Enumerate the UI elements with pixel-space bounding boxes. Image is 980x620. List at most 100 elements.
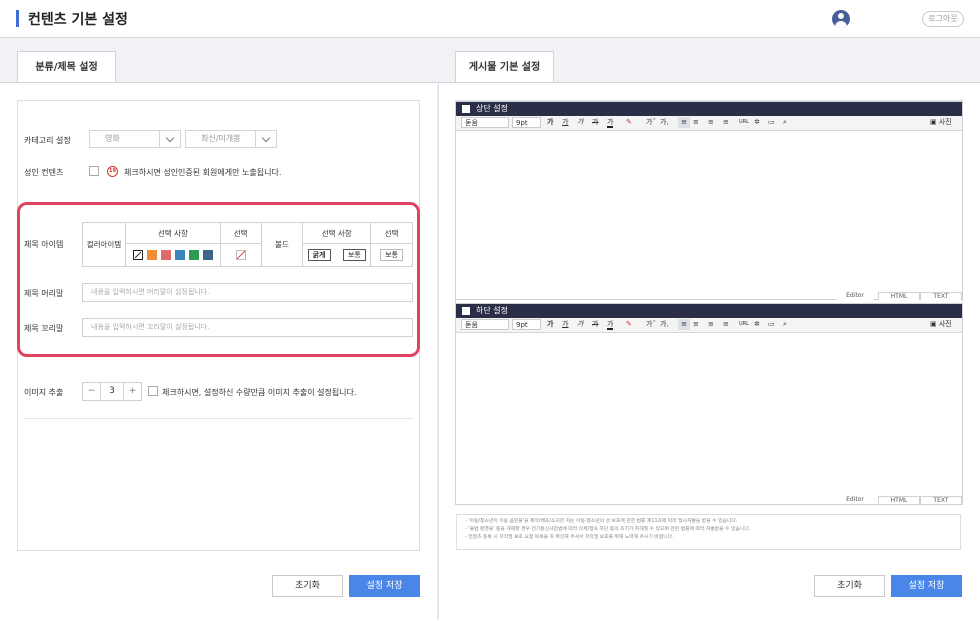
highlight-icon[interactable]: ✎ [626, 319, 632, 330]
divider [24, 418, 413, 419]
suffix-input[interactable]: 내용을 입력하시면 꼬리말이 설정됩니다. [82, 318, 413, 337]
search-icon[interactable]: ⌕ [783, 319, 787, 330]
align-justify-icon[interactable]: ≡ [723, 319, 729, 330]
link-icon[interactable]: URL [739, 319, 749, 330]
normal-button[interactable]: 보통 [342, 249, 366, 261]
column-header: 선택 사항 [302, 222, 372, 244]
normal-selected-button[interactable]: 보통 [380, 249, 404, 261]
editor-mode-tabs: Editor HTML TEXT [456, 292, 962, 301]
mode-text-tab[interactable]: TEXT [920, 292, 962, 300]
title-item-label: 제목 아이템 [24, 240, 64, 249]
chevron-down-icon[interactable] [159, 130, 181, 148]
bottom-editor-content[interactable] [456, 333, 962, 491]
font-select[interactable]: 돋움 [461, 117, 509, 128]
align-left-icon[interactable]: ≡ [678, 319, 690, 330]
bold-button[interactable]: 굵게 [307, 249, 331, 261]
column-header: 선택 [219, 222, 262, 244]
photo-button[interactable]: ▣ 사진 [930, 117, 952, 128]
top-bar: 컨텐츠 기본 설정 로그아웃 [0, 0, 980, 38]
minus-button[interactable]: − [83, 383, 101, 400]
checkbox-icon[interactable] [462, 105, 470, 113]
tab-post-settings[interactable]: 게시물 기본 설정 [455, 51, 554, 83]
reset-button[interactable]: 초기화 [272, 575, 343, 597]
adult-checkbox[interactable] [89, 166, 99, 176]
mode-editor-tab[interactable]: Editor [836, 292, 874, 300]
prefix-input[interactable]: 내용을 입력하시면 머리말이 설정됩니다. [82, 283, 413, 302]
bold-icon[interactable]: 가 [547, 319, 553, 330]
bold-icon[interactable]: 가 [547, 117, 553, 128]
bold-options: 굵게 보통 [302, 243, 372, 267]
table-icon[interactable]: ▭ [768, 319, 775, 330]
prefix-label: 제목 머리말 [24, 289, 64, 298]
top-editor-title: 상단 설정 [476, 104, 508, 113]
save-button[interactable]: 설정 저장 [349, 575, 420, 597]
color-item-label: 컬러아이템 [82, 222, 126, 267]
color-swatch-green[interactable] [188, 250, 199, 260]
color-swatch-orange[interactable] [146, 250, 157, 260]
color-swatch-red[interactable] [160, 250, 171, 260]
special-char-icon[interactable]: ✲ [754, 319, 760, 330]
image-count-value[interactable]: 3 [101, 383, 123, 400]
plus-button[interactable]: + [123, 383, 141, 400]
top-editor-content[interactable] [456, 131, 962, 286]
bold-choice: 보통 [370, 243, 413, 267]
color-swatch-blue[interactable] [174, 250, 185, 260]
size-select[interactable]: 9pt [512, 319, 541, 330]
mode-text-tab[interactable]: TEXT [920, 496, 962, 504]
image-count-stepper: − 3 + [82, 382, 142, 401]
strike-icon[interactable]: 가 [592, 117, 598, 128]
size-select[interactable]: 9pt [512, 117, 541, 128]
chevron-down-icon[interactable] [255, 130, 277, 148]
superscript-icon[interactable]: 가ˆ [646, 319, 656, 330]
italic-icon[interactable]: 가 [577, 117, 583, 128]
bold-label: 볼드 [260, 222, 304, 267]
subscript-icon[interactable]: 가ˌ [660, 319, 668, 330]
table-icon[interactable]: ▭ [768, 117, 775, 128]
reset-button[interactable]: 초기화 [814, 575, 885, 597]
special-char-icon[interactable]: ✲ [754, 117, 760, 128]
category-select[interactable]: 영화 [89, 130, 160, 148]
strike-icon[interactable]: 가 [592, 319, 598, 330]
mode-html-tab[interactable]: HTML [878, 292, 920, 300]
save-button[interactable]: 설정 저장 [891, 575, 962, 597]
bottom-editor: 하단 설정 돋움 9pt 가 가 가 가 가 ✎ 가ˆ 가ˌ ≡ ≡ ≡ ≡ U… [455, 303, 963, 505]
align-justify-icon[interactable]: ≡ [723, 117, 729, 128]
mode-html-tab[interactable]: HTML [878, 496, 920, 504]
align-center-icon[interactable]: ≡ [693, 117, 699, 128]
bottom-editor-header: 하단 설정 [456, 304, 962, 318]
color-swatch-white[interactable] [132, 250, 143, 260]
notice-line: - 컨텐츠 등록 시 저작권 보호 요청 목록을 꼭 확인해 주셔서 저작권 보… [465, 535, 674, 540]
search-icon[interactable]: ⌕ [783, 117, 787, 128]
text-color-icon[interactable]: 가 [607, 319, 614, 330]
align-left-icon[interactable]: ≡ [678, 117, 690, 128]
age-19-icon: 19 [107, 166, 118, 177]
italic-icon[interactable]: 가 [577, 319, 583, 330]
photo-button[interactable]: ▣ 사진 [930, 319, 952, 330]
text-color-icon[interactable]: 가 [607, 117, 614, 128]
checkbox-icon[interactable] [462, 307, 470, 315]
logout-button[interactable]: 로그아웃 [922, 11, 964, 27]
no-color-icon [235, 250, 246, 260]
title-item-table: 컬러아이템 선택 사항 선택 볼드 선택 사항 선택 굵게 보통 보통 [82, 222, 413, 267]
font-select[interactable]: 돋움 [461, 319, 509, 330]
align-center-icon[interactable]: ≡ [693, 319, 699, 330]
user-icon[interactable] [832, 10, 850, 28]
tab-category-title[interactable]: 분류/제목 설정 [17, 51, 116, 83]
no-color-swatch[interactable] [219, 243, 262, 267]
image-extract-checkbox[interactable] [148, 386, 158, 396]
top-editor: 상단 설정 돋움 9pt 가 가 가 가 가 ✎ 가ˆ 가ˌ ≡ ≡ ≡ ≡ U… [455, 101, 963, 300]
bottom-editor-title: 하단 설정 [476, 306, 508, 315]
highlight-icon[interactable]: ✎ [626, 117, 632, 128]
link-icon[interactable]: URL [739, 117, 749, 128]
underline-icon[interactable]: 가 [562, 117, 568, 128]
align-right-icon[interactable]: ≡ [708, 117, 714, 128]
sort-select[interactable]: 최신/미개봉 [185, 130, 256, 148]
photo-icon: ▣ [930, 118, 937, 126]
editor-mode-tabs: Editor HTML TEXT [456, 496, 962, 505]
subscript-icon[interactable]: 가ˌ [660, 117, 668, 128]
mode-editor-tab[interactable]: Editor [836, 496, 874, 504]
underline-icon[interactable]: 가 [562, 319, 568, 330]
align-right-icon[interactable]: ≡ [708, 319, 714, 330]
color-swatch-navy[interactable] [202, 250, 213, 260]
superscript-icon[interactable]: 가ˆ [646, 117, 656, 128]
